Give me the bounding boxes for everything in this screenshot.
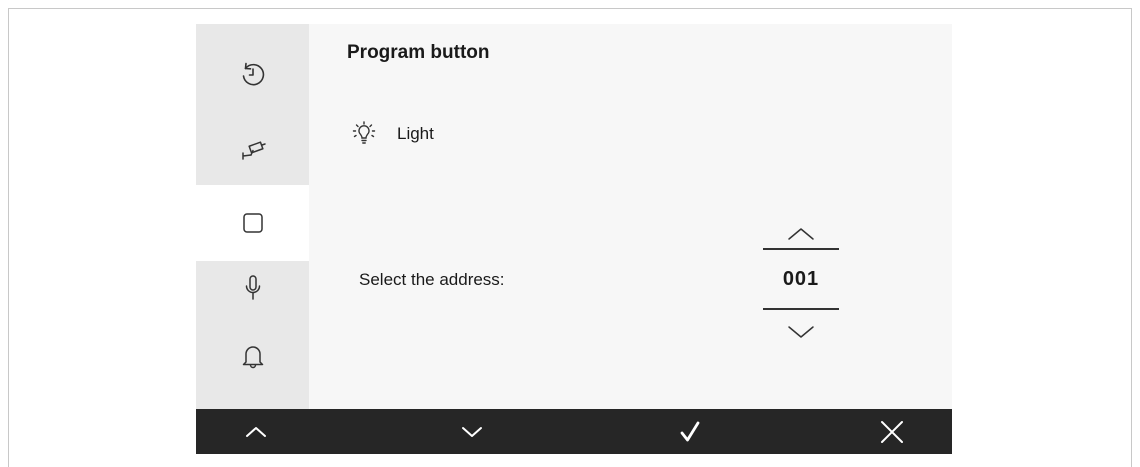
stepper-up-button[interactable] xyxy=(763,222,839,246)
page-title: Program button xyxy=(347,42,490,63)
sidebar-item-camera[interactable] xyxy=(196,124,309,176)
chevron-down-icon xyxy=(788,326,814,338)
stepper-down-button[interactable] xyxy=(763,320,839,344)
sidebar-item-microphone[interactable] xyxy=(196,262,309,314)
main-panel: Program button Light Select the address: xyxy=(309,24,952,409)
sidebar-item-bell[interactable] xyxy=(196,330,309,382)
cancel-button[interactable] xyxy=(832,409,952,454)
close-icon xyxy=(881,420,903,443)
microphone-icon xyxy=(245,275,260,300)
address-stepper[interactable]: 001 xyxy=(763,220,839,346)
button-square-icon xyxy=(242,213,263,233)
frame-right-border xyxy=(1131,8,1132,467)
nav-down-button[interactable] xyxy=(412,409,532,454)
nav-up-button[interactable] xyxy=(196,409,316,454)
sidebar-item-history[interactable] xyxy=(196,48,309,100)
function-row[interactable]: Light xyxy=(347,118,434,150)
sidebar xyxy=(196,24,309,409)
confirm-button[interactable] xyxy=(630,409,750,454)
address-value: 001 xyxy=(782,267,820,290)
bell-icon xyxy=(242,346,263,369)
address-value-box: 001 xyxy=(763,248,839,310)
check-icon xyxy=(680,421,700,441)
frame-top-border xyxy=(8,8,1132,9)
camera-icon xyxy=(241,141,266,160)
bottom-bar xyxy=(196,409,952,454)
sidebar-item-button[interactable] xyxy=(196,185,309,261)
frame-left-border xyxy=(8,8,9,467)
device-screen: Program button Light Select the address: xyxy=(196,24,952,454)
chevron-down-icon xyxy=(462,426,482,437)
function-label: Light xyxy=(397,124,434,143)
chevron-up-icon xyxy=(246,426,266,437)
address-label: Select the address: xyxy=(359,270,505,289)
chevron-up-icon xyxy=(788,228,814,240)
light-bulb-icon xyxy=(352,121,376,144)
history-icon xyxy=(242,62,264,86)
